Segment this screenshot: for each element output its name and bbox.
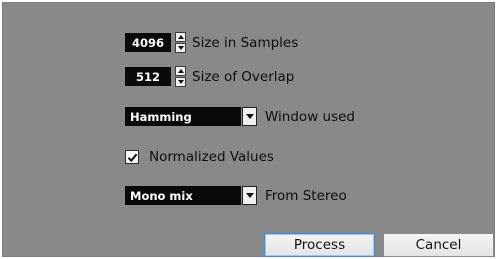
from-stereo-value: Mono mix [125, 186, 241, 205]
size-of-overlap-row: 512 Size of Overlap [125, 66, 294, 87]
from-stereo-dropdown[interactable]: Mono mix [125, 186, 257, 205]
size-in-samples-label: Size in Samples [192, 34, 299, 51]
chevron-down-icon[interactable] [242, 107, 257, 126]
spin-up-icon[interactable] [175, 32, 186, 42]
process-button[interactable]: Process [264, 233, 375, 257]
spectrum-analysis-dialog: 4096 Size in Samples 512 Size of Overlap… [2, 2, 495, 257]
normalized-values-label: Normalized Values [149, 149, 274, 165]
normalized-values-checkbox[interactable] [125, 150, 139, 164]
size-in-samples-field[interactable]: 4096 [125, 33, 171, 52]
spin-up-icon[interactable] [175, 66, 186, 76]
window-used-row: Hamming Window used [125, 107, 355, 126]
normalized-values-row: Normalized Values [125, 149, 274, 165]
window-used-value: Hamming [125, 107, 241, 126]
window-used-dropdown[interactable]: Hamming [125, 107, 257, 126]
checkmark-icon [127, 153, 137, 162]
from-stereo-label: From Stereo [265, 187, 347, 204]
size-of-overlap-spinner[interactable] [175, 66, 186, 87]
chevron-down-icon[interactable] [242, 186, 257, 205]
size-of-overlap-field[interactable]: 512 [125, 67, 171, 86]
size-in-samples-spinner[interactable] [175, 32, 186, 53]
spin-down-icon[interactable] [175, 77, 186, 87]
window-used-label: Window used [265, 108, 355, 125]
cancel-button[interactable]: Cancel [383, 233, 494, 257]
size-in-samples-row: 4096 Size in Samples [125, 32, 298, 53]
from-stereo-row: Mono mix From Stereo [125, 186, 347, 205]
spin-down-icon[interactable] [175, 43, 186, 53]
size-of-overlap-label: Size of Overlap [192, 68, 295, 85]
